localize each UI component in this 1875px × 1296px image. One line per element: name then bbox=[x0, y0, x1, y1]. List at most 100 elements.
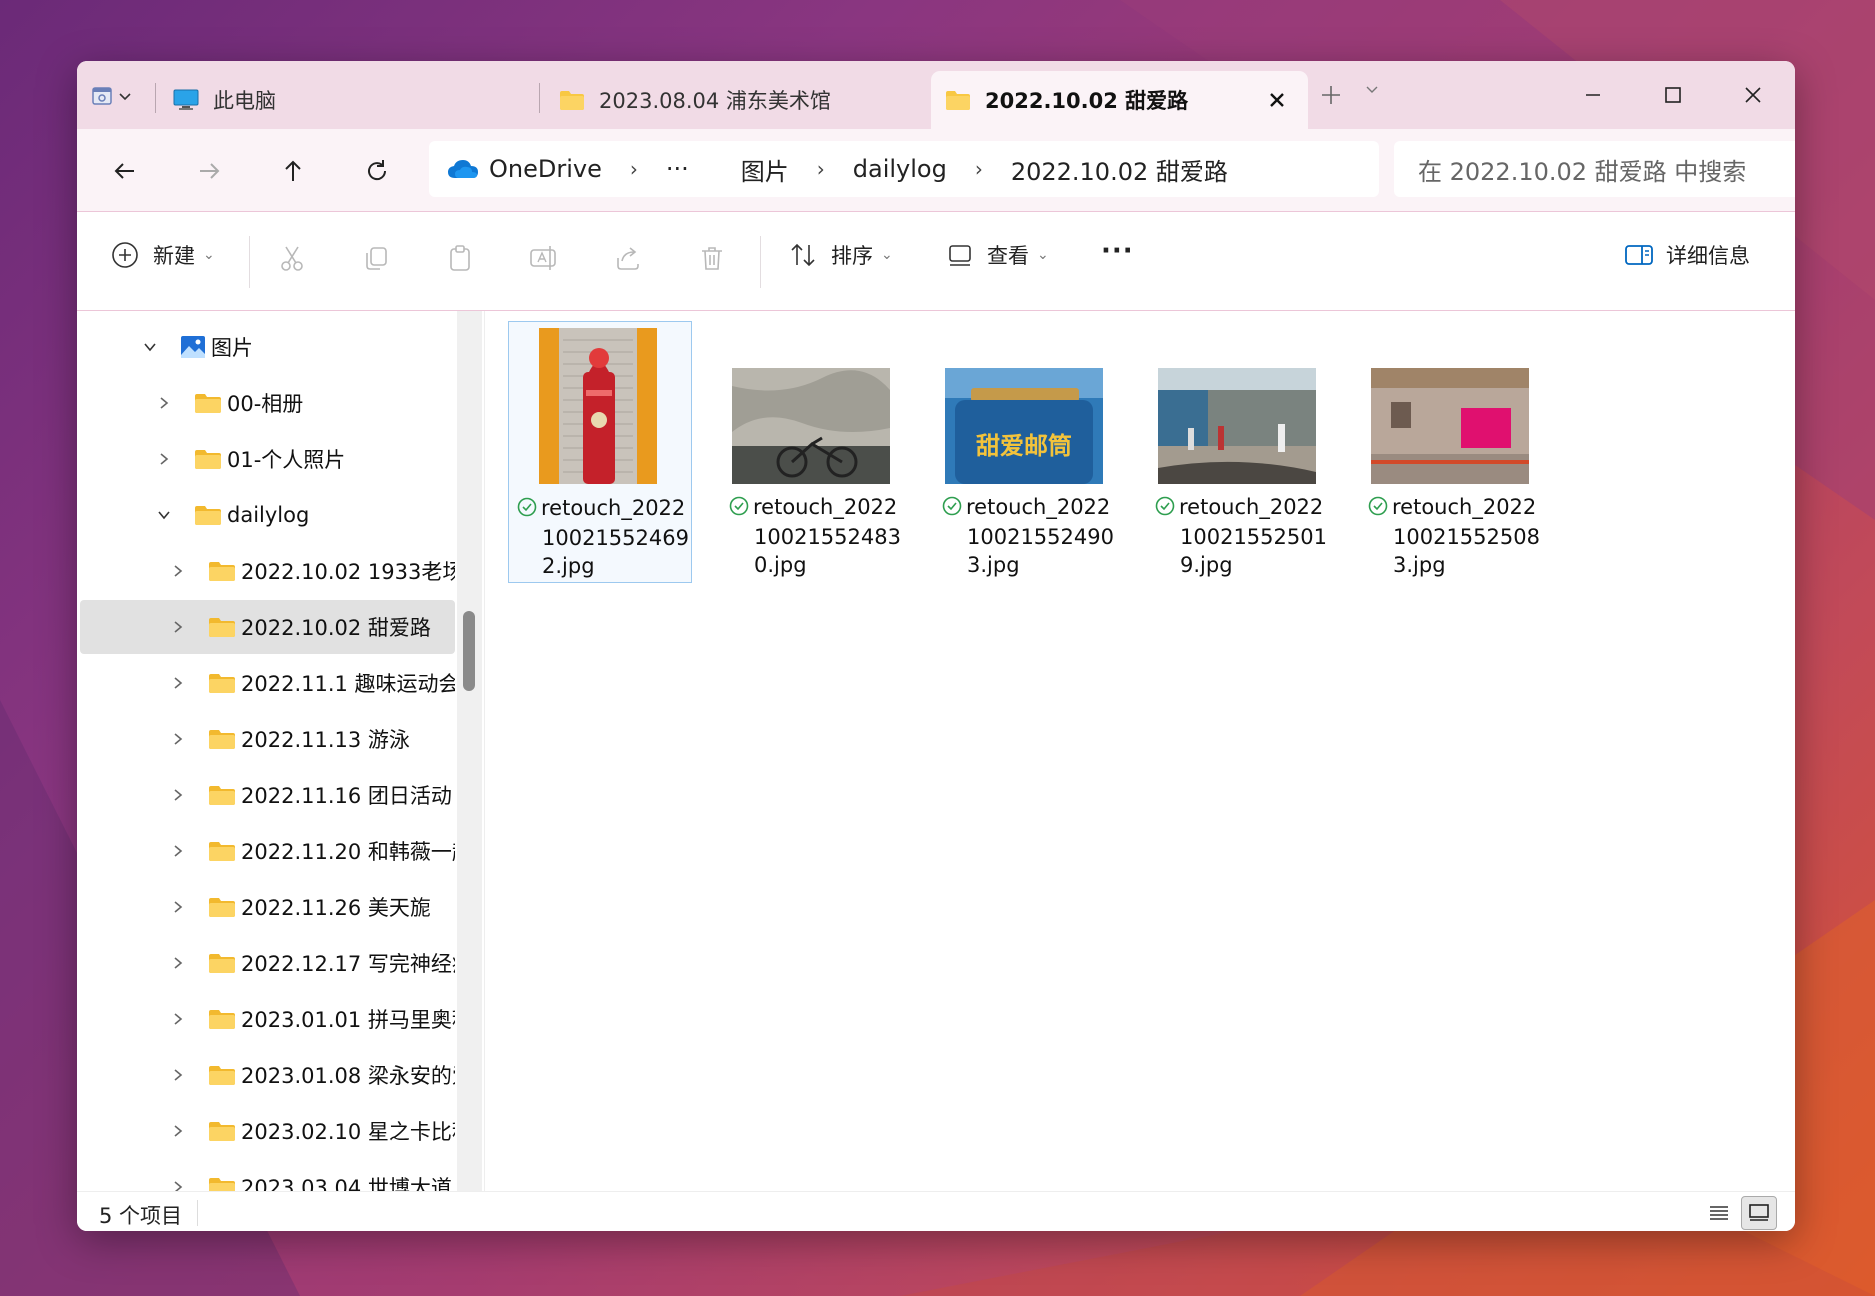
more-options-button[interactable]: ··· bbox=[1101, 236, 1134, 266]
details-view-button[interactable] bbox=[1701, 1196, 1737, 1230]
sort-button[interactable]: 排序 ⌄ bbox=[789, 240, 893, 270]
breadcrumb-onedrive[interactable]: OneDrive bbox=[447, 155, 602, 183]
nav-item-label: 2023.01.01 拼马里奥积 bbox=[241, 1008, 455, 1032]
maximize-button[interactable] bbox=[1653, 75, 1693, 115]
nav-item[interactable]: 2022.10.02 1933老场坊 bbox=[80, 544, 455, 598]
cut-button[interactable] bbox=[274, 240, 310, 276]
nav-item[interactable]: 2022.11.13 游泳 bbox=[80, 712, 455, 766]
tab-tianai-road[interactable]: 2022.10.02 甜爱路 bbox=[931, 71, 1308, 129]
breadcrumb-overflow[interactable]: ··· bbox=[666, 155, 689, 183]
nav-item[interactable]: 2022.11.1 趣味运动会 bbox=[80, 656, 455, 710]
file-tile[interactable]: retouch_2022 10021552483 0.jpg bbox=[721, 321, 905, 583]
plus-circle-icon bbox=[112, 242, 138, 268]
chevron-right-icon[interactable] bbox=[170, 1123, 186, 1139]
chevron-right-icon: › bbox=[629, 157, 638, 181]
nav-item[interactable]: 2022.11.16 团日活动 bbox=[80, 768, 455, 822]
chevron-right-icon[interactable] bbox=[170, 955, 186, 971]
nav-item[interactable]: 2022.12.17 写完神经疾 bbox=[80, 936, 455, 990]
search-input[interactable]: 在 2022.10.02 甜爱路 中搜索 bbox=[1394, 141, 1795, 197]
sync-ok-icon bbox=[1155, 495, 1175, 523]
nav-item[interactable]: 2023.01.08 梁永安的爱 bbox=[80, 1048, 455, 1102]
breadcrumb-dailylog[interactable]: dailylog bbox=[853, 155, 947, 183]
image-thumbnail bbox=[539, 328, 657, 484]
nav-item[interactable]: 图片 bbox=[80, 320, 455, 374]
scissors-icon bbox=[281, 246, 303, 271]
nav-item[interactable]: 2023.01.01 拼马里奥积 bbox=[80, 992, 455, 1046]
app-menu-icon bbox=[92, 87, 112, 105]
navigation-pane: 图片 00-相册 01-个人照片 dailylog 2022.10.02 1933老场坊… bbox=[77, 311, 484, 1200]
breadcrumb[interactable]: OneDrive › ··· 图片 › dailylog › 2022.10.0… bbox=[429, 141, 1379, 197]
minimize-icon bbox=[1586, 94, 1600, 96]
chevron-right-icon[interactable] bbox=[170, 1067, 186, 1083]
close-window-button[interactable] bbox=[1733, 75, 1773, 115]
tab-label: 此电脑 bbox=[213, 89, 276, 113]
chevron-right-icon[interactable] bbox=[156, 395, 172, 411]
chevron-right-icon[interactable] bbox=[170, 787, 186, 803]
nav-item[interactable]: 2023.02.10 星之卡比积 bbox=[80, 1104, 455, 1158]
file-tile[interactable]: retouch_2022 10021552508 3.jpg bbox=[1360, 321, 1544, 583]
tab-list-button[interactable] bbox=[1364, 81, 1380, 101]
nav-item[interactable]: 2022.10.02 甜爱路 bbox=[80, 600, 455, 654]
file-tile[interactable]: retouch_2022 10021552469 2.jpg bbox=[508, 321, 692, 583]
forward-button[interactable] bbox=[189, 151, 229, 191]
details-button[interactable]: 详细信息 bbox=[1624, 240, 1750, 270]
nav-item[interactable]: 2022.11.26 美天旎 bbox=[80, 880, 455, 934]
chevron-right-icon[interactable] bbox=[170, 899, 186, 915]
file-tile[interactable]: retouch_2022 10021552501 9.jpg bbox=[1147, 321, 1331, 583]
chevron-right-icon[interactable] bbox=[170, 675, 186, 691]
file-name: retouch_2022 10021552501 9.jpg bbox=[1155, 493, 1327, 579]
close-tab-button[interactable] bbox=[1268, 87, 1286, 115]
tab-label: 2022.10.02 甜爱路 bbox=[985, 89, 1189, 113]
view-button[interactable]: 查看 ⌄ bbox=[947, 240, 1049, 270]
tab-label: 2023.08.04 浦东美术馆 bbox=[599, 89, 831, 113]
up-button[interactable] bbox=[273, 151, 313, 191]
chevron-right-icon[interactable] bbox=[170, 1011, 186, 1027]
mailbox-sign-text: 甜爱邮筒 bbox=[976, 432, 1072, 460]
rename-button[interactable] bbox=[526, 240, 562, 276]
sync-ok-icon bbox=[729, 495, 749, 523]
file-explorer-window: 此电脑 2023.08.04 浦东美术馆 2022.10.02 甜爱路 OneD… bbox=[77, 61, 1795, 1231]
nav-item[interactable]: dailylog bbox=[80, 488, 455, 542]
delete-button[interactable] bbox=[694, 240, 730, 276]
item-count: 5 个项目 bbox=[99, 1204, 183, 1228]
toolbar-divider bbox=[760, 236, 761, 288]
chevron-right-icon[interactable] bbox=[170, 563, 186, 579]
chevron-down-icon bbox=[1366, 86, 1378, 93]
breadcrumb-current[interactable]: 2022.10.02 甜爱路 bbox=[1011, 152, 1228, 187]
chevron-right-icon[interactable] bbox=[170, 843, 186, 859]
nav-item[interactable]: 2022.11.20 和韩薇一起 bbox=[80, 824, 455, 878]
nav-item-label: 2022.11.20 和韩薇一起 bbox=[241, 840, 455, 864]
chevron-down-icon[interactable] bbox=[156, 507, 172, 523]
arrow-left-icon bbox=[114, 163, 134, 179]
share-icon bbox=[617, 247, 639, 270]
chevron-right-icon[interactable] bbox=[156, 451, 172, 467]
tab-pudong-museum[interactable]: 2023.08.04 浦东美术馆 bbox=[559, 71, 919, 129]
back-button[interactable] bbox=[105, 151, 145, 191]
folder-icon bbox=[194, 504, 222, 526]
share-button[interactable] bbox=[610, 240, 646, 276]
large-icons-view-button[interactable] bbox=[1741, 1196, 1777, 1230]
new-button[interactable]: 新建 ⌄ bbox=[111, 240, 215, 270]
paste-button[interactable] bbox=[442, 240, 478, 276]
title-bar: 此电脑 2023.08.04 浦东美术馆 2022.10.02 甜爱路 bbox=[77, 61, 1795, 129]
copy-button[interactable] bbox=[358, 240, 394, 276]
nav-item[interactable]: 01-个人照片 bbox=[80, 432, 455, 486]
new-tab-button[interactable] bbox=[1320, 79, 1342, 114]
file-tile[interactable]: 甜爱邮筒 retouch_2022 10021552490 3.jpg bbox=[934, 321, 1118, 583]
nav-scrollbar-thumb[interactable] bbox=[463, 611, 475, 691]
tab-this-pc[interactable]: 此电脑 bbox=[173, 71, 533, 129]
nav-scrollbar-track[interactable] bbox=[457, 311, 482, 1191]
folder-icon bbox=[945, 89, 971, 111]
folder-icon bbox=[208, 672, 236, 694]
chevron-down-icon[interactable] bbox=[142, 339, 158, 355]
breadcrumb-pictures[interactable]: 图片 bbox=[741, 152, 789, 187]
minimize-button[interactable] bbox=[1573, 75, 1613, 115]
nav-item[interactable]: 00-相册 bbox=[80, 376, 455, 430]
window-menu-button[interactable] bbox=[91, 79, 155, 113]
chevron-right-icon[interactable] bbox=[170, 731, 186, 747]
nav-item-label: 2022.11.16 团日活动 bbox=[241, 784, 452, 808]
onedrive-cloud-icon bbox=[448, 160, 478, 178]
chevron-right-icon[interactable] bbox=[170, 619, 186, 635]
refresh-button[interactable] bbox=[357, 151, 397, 191]
nav-item-label: 2022.12.17 写完神经疾 bbox=[241, 952, 455, 976]
